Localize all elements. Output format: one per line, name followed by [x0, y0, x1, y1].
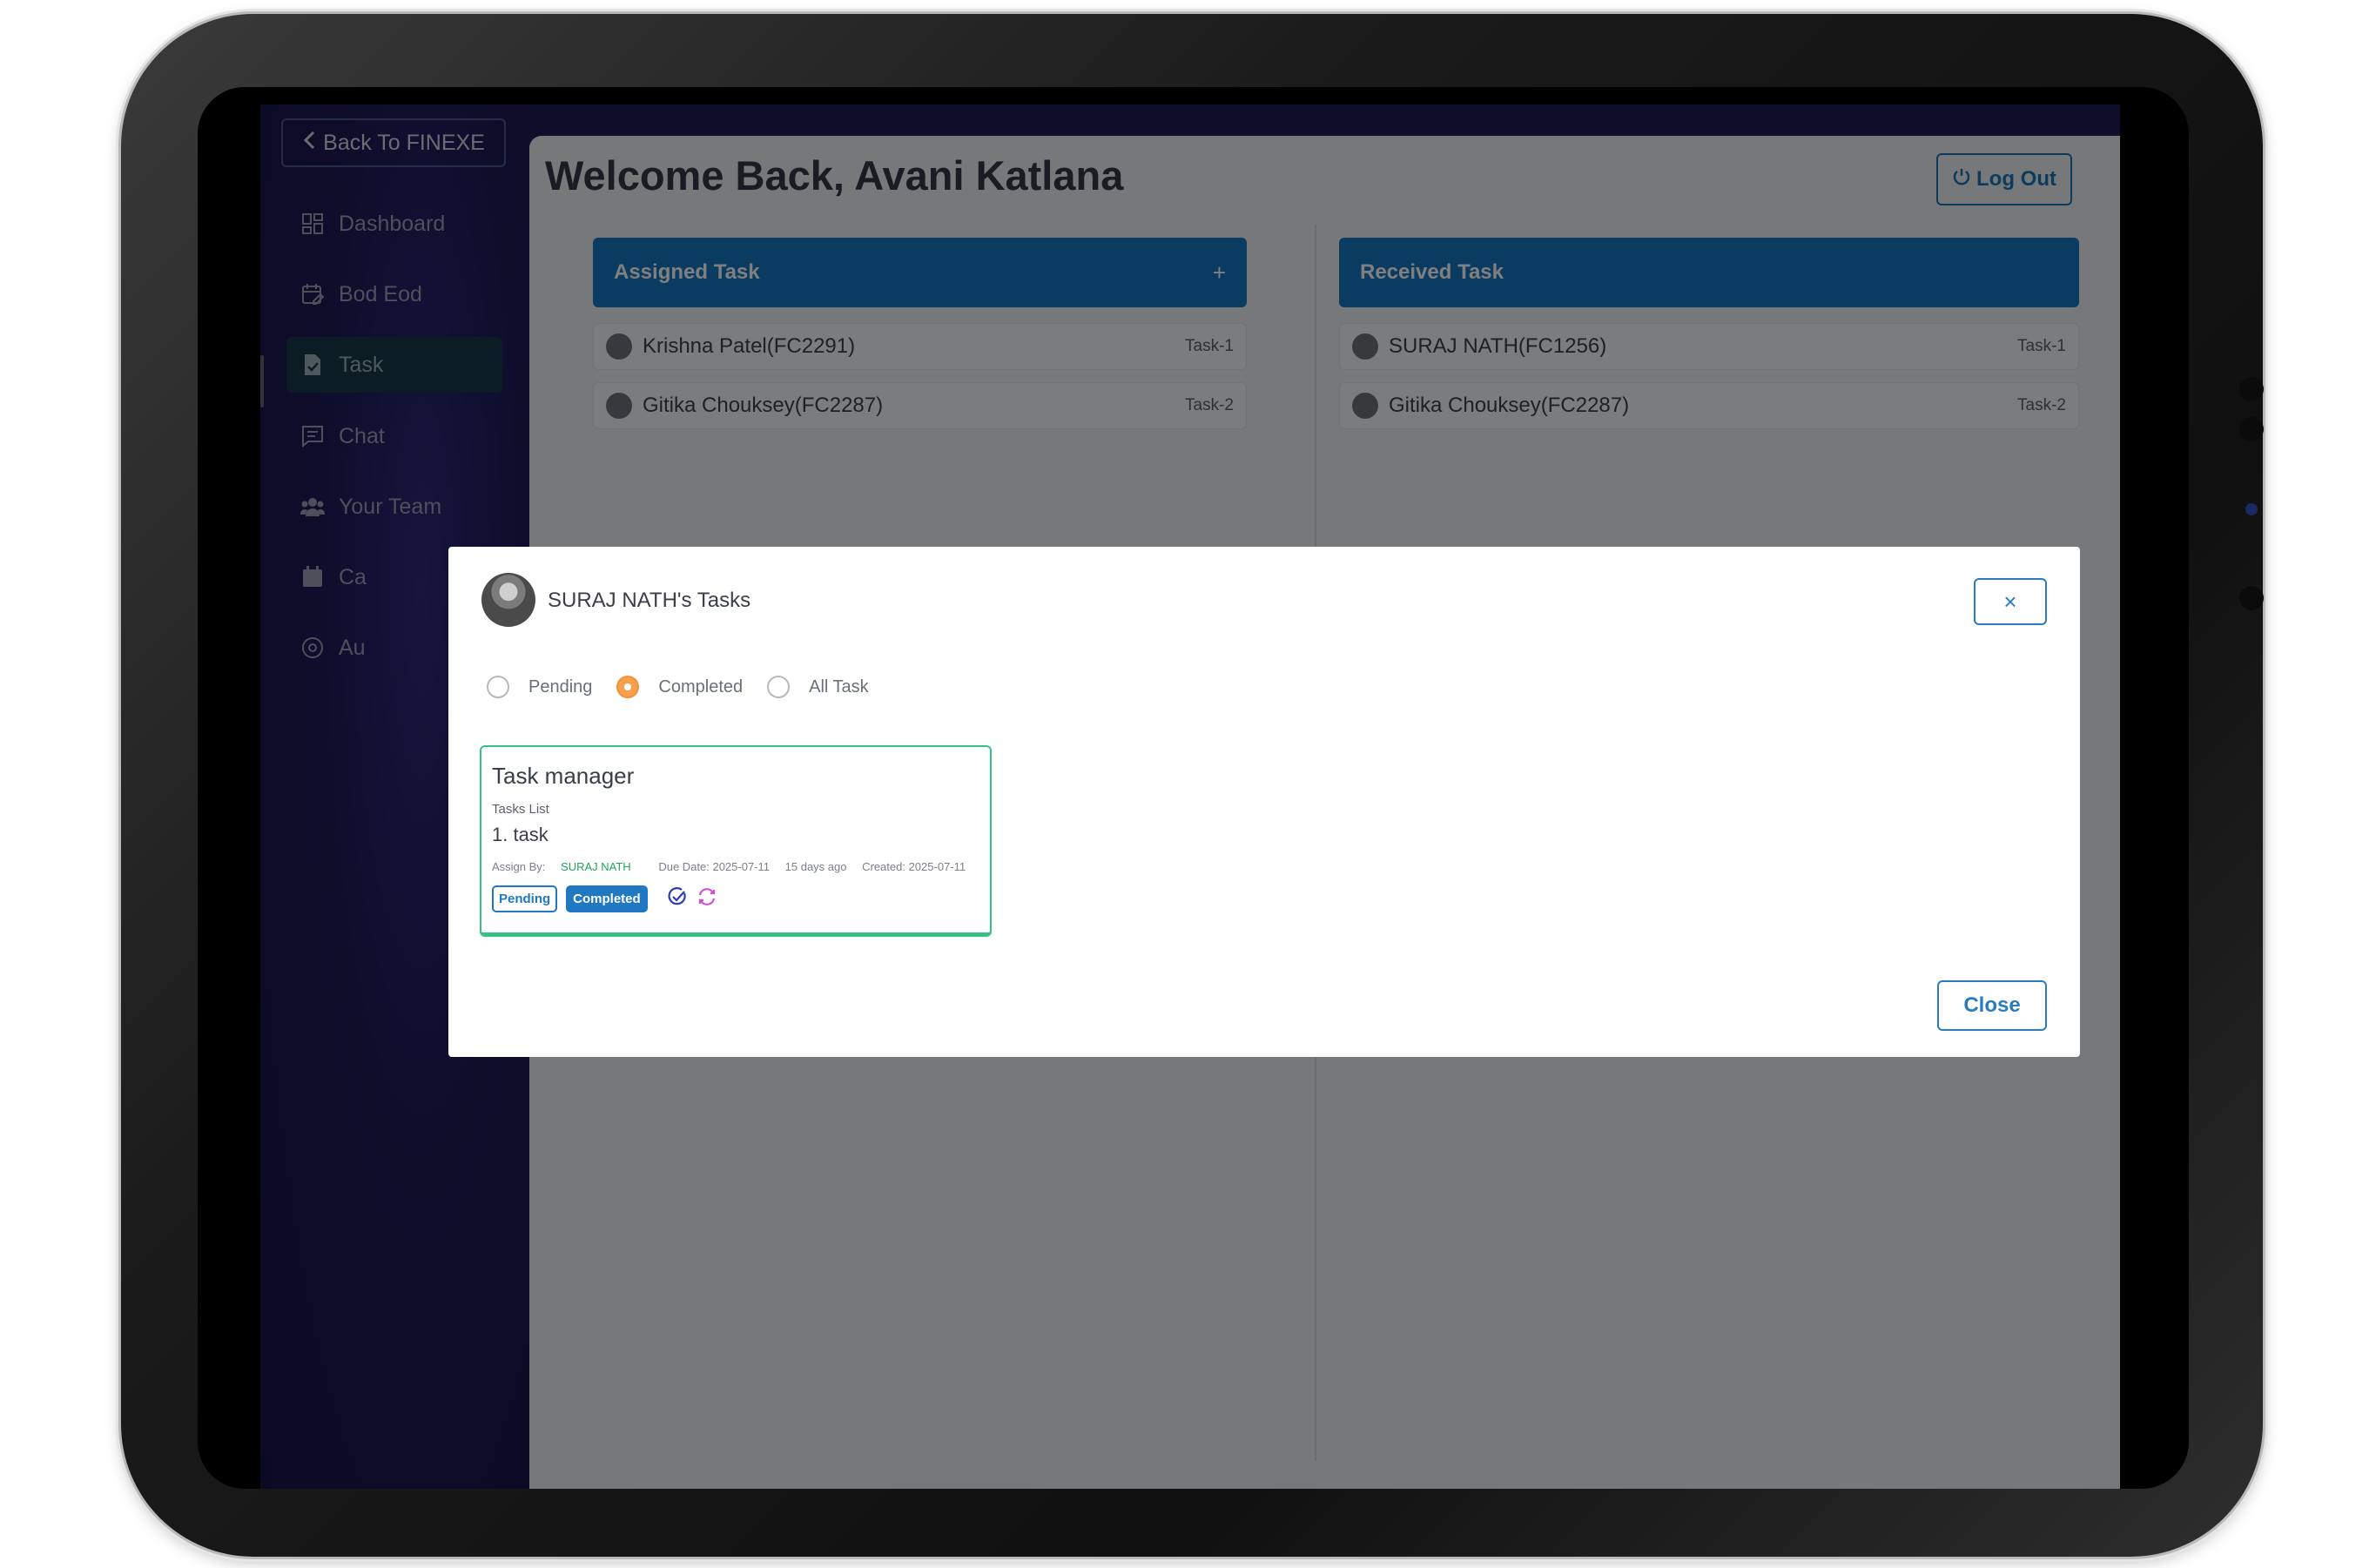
pending-badge-button[interactable]: Pending [492, 885, 558, 912]
tasks-list-label: Tasks List [492, 802, 549, 817]
task-meta: Assign By: SURAJ NATH Due Date: 2025-07-… [492, 860, 979, 873]
completed-badge-button[interactable]: Completed [566, 885, 648, 912]
avatar [481, 573, 535, 627]
radio-all-task[interactable] [767, 676, 791, 698]
relative-time: 15 days ago [784, 860, 847, 873]
camera-sensor [2239, 377, 2264, 401]
camera-sensor [2239, 417, 2264, 441]
camera-sensor [2239, 586, 2264, 610]
tablet-frame: Back To FINEXE Dashboard Bod Eod [121, 14, 2264, 1557]
close-button[interactable]: Close [1937, 980, 2047, 1031]
check-circle-icon[interactable] [667, 886, 688, 912]
task-title: Task manager [492, 763, 635, 789]
refresh-icon[interactable] [697, 886, 717, 912]
tablet-bezel: Back To FINEXE Dashboard Bod Eod [198, 87, 2189, 1489]
close-icon-button[interactable]: × [1974, 578, 2047, 625]
modal-title: SURAJ NATH's Tasks [548, 589, 751, 612]
task-card[interactable]: Task manager Tasks List 1. task Assign B… [480, 745, 992, 937]
task-actions: Pending Completed [492, 885, 979, 912]
radio-label: All Task [809, 676, 869, 697]
camera-lens [2245, 503, 2258, 515]
assigner-name: SURAJ NATH [561, 860, 631, 873]
radio-pending[interactable] [487, 676, 509, 698]
radio-label: Pending [528, 676, 593, 697]
radio-completed[interactable] [616, 676, 640, 698]
status-filter: Pending Completed All Task [487, 676, 893, 698]
radio-label: Completed [658, 676, 744, 697]
created-date: Created: 2025-07-11 [862, 860, 966, 873]
due-date: Due Date: 2025-07-11 [658, 860, 771, 873]
close-icon: × [2003, 588, 2017, 615]
assign-prefix: Assign By: [492, 860, 546, 873]
tasks-modal: SURAJ NATH's Tasks × Pending Completed A… [448, 547, 2080, 1057]
task-list-item: 1. task [492, 824, 549, 845]
app-screen: Back To FINEXE Dashboard Bod Eod [260, 104, 2120, 1489]
